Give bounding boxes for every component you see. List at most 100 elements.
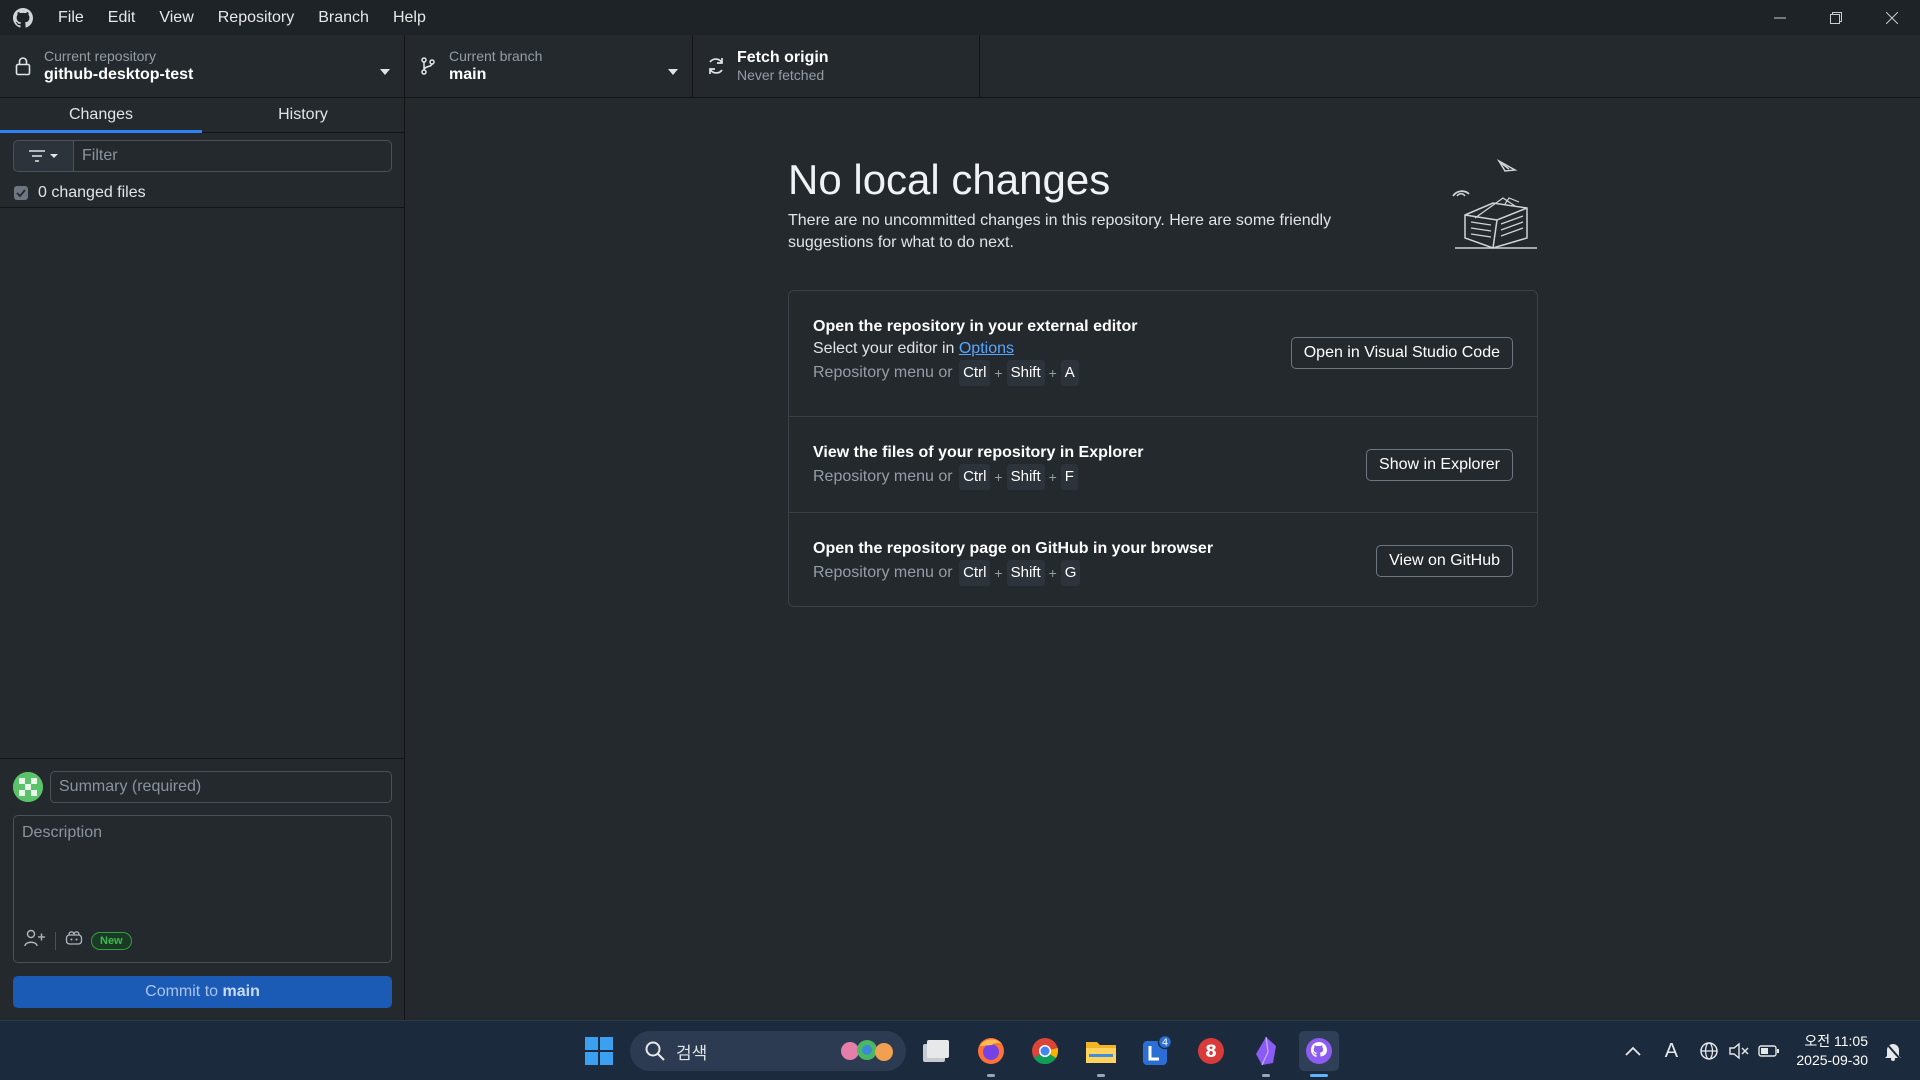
- shortcut-prefix: Repository menu or: [813, 564, 953, 581]
- restore-icon[interactable]: [1808, 0, 1864, 35]
- select-all-checkbox[interactable]: [14, 185, 28, 200]
- github-logo-icon[interactable]: [0, 0, 46, 35]
- lens-app-icon[interactable]: 4: [1136, 1031, 1176, 1071]
- changed-files-header: 0 changed files: [0, 178, 404, 208]
- tab-history[interactable]: History: [202, 98, 404, 132]
- system-tray: A 오전 11:05 2025-09-30: [1618, 1021, 1920, 1080]
- editor-line-text: Select your editor in: [813, 340, 955, 357]
- main-panel: No local changes There are no uncommitte…: [405, 98, 1920, 1020]
- key-letter: G: [1060, 560, 1081, 586]
- filter-input[interactable]: [73, 140, 392, 172]
- network-icon[interactable]: [1694, 1041, 1724, 1061]
- tab-changes[interactable]: Changes: [0, 98, 202, 133]
- github-desktop-icon[interactable]: [1299, 1031, 1339, 1077]
- fetch-origin-label: Fetch origin: [737, 49, 829, 66]
- search-icon: [645, 1041, 665, 1061]
- fetch-origin-button[interactable]: Fetch origin Never fetched: [693, 35, 980, 97]
- add-coauthor-icon[interactable]: [24, 929, 46, 952]
- commit-summary-input[interactable]: [50, 771, 392, 803]
- menu-help[interactable]: Help: [381, 0, 438, 35]
- running-indicator: [1262, 1074, 1270, 1077]
- task-view-icon[interactable]: [916, 1031, 956, 1071]
- minimize-icon[interactable]: [1752, 0, 1808, 35]
- running-indicator: [1097, 1074, 1105, 1077]
- sync-icon: [705, 56, 727, 76]
- active-indicator: [1310, 1074, 1328, 1077]
- commit-area: New Commit to main: [0, 758, 404, 1020]
- taskbar: 검색 4 8 A 오전 11:05 2025-09-30: [0, 1020, 1920, 1080]
- key-letter: A: [1060, 360, 1079, 386]
- new-badge: New: [91, 931, 132, 950]
- close-icon[interactable]: [1864, 0, 1920, 35]
- commit-description-input[interactable]: [14, 816, 391, 916]
- ime-indicator[interactable]: A: [1656, 1040, 1686, 1063]
- clock[interactable]: 오전 11:05 2025-09-30: [1796, 1032, 1868, 1070]
- caret-down-icon: [380, 62, 390, 80]
- checkmark-icon: [16, 188, 26, 197]
- windows-start-icon[interactable]: [579, 1031, 619, 1071]
- search-highlight-icon: [841, 1040, 893, 1061]
- description-actions: New: [24, 929, 132, 952]
- chrome-icon[interactable]: [1025, 1031, 1065, 1071]
- menu-view[interactable]: View: [147, 0, 205, 35]
- red-app-icon[interactable]: 8: [1191, 1031, 1231, 1071]
- obsidian-icon[interactable]: [1246, 1031, 1286, 1077]
- view-on-github-button[interactable]: View on GitHub: [1376, 545, 1513, 577]
- suggestions-list: Open the repository in your external edi…: [788, 290, 1538, 607]
- taskbar-search[interactable]: 검색: [630, 1031, 906, 1071]
- key-ctrl: Ctrl: [959, 560, 991, 586]
- key-letter: F: [1060, 464, 1078, 490]
- battery-icon[interactable]: [1754, 1044, 1784, 1058]
- menu-bar: File Edit View Repository Branch Help: [46, 0, 438, 35]
- changed-files-count: 0 changed files: [38, 183, 146, 201]
- commit-button-prefix: Commit to: [145, 983, 219, 1000]
- key-shift: Shift: [1006, 360, 1045, 386]
- menu-file[interactable]: File: [46, 0, 96, 35]
- chevron-up-icon[interactable]: [1618, 1046, 1648, 1056]
- key-shift: Shift: [1006, 560, 1045, 586]
- page-description: There are no uncommitted changes in this…: [788, 212, 1332, 251]
- sidebar: Changes History 0 changed files: [0, 98, 405, 1020]
- sidebar-tabs: Changes History: [0, 98, 404, 133]
- current-branch-name: main: [449, 66, 487, 83]
- search-text: 검색: [676, 1043, 708, 1063]
- clock-time: 오전 11:05: [1804, 1033, 1868, 1049]
- key-ctrl: Ctrl: [959, 360, 991, 386]
- page-title: No local changes: [788, 156, 1111, 203]
- file-explorer-icon[interactable]: [1081, 1031, 1121, 1077]
- current-repository-button[interactable]: Current repository github-desktop-test: [0, 35, 405, 97]
- menu-repository[interactable]: Repository: [206, 0, 306, 35]
- firefox-icon[interactable]: [971, 1031, 1011, 1077]
- lock-icon: [12, 56, 34, 76]
- volume-muted-icon[interactable]: [1724, 1042, 1754, 1060]
- key-ctrl: Ctrl: [959, 464, 991, 490]
- suggestion-title: Open the repository in your external edi…: [813, 318, 1138, 335]
- notification-bell-icon[interactable]: [1878, 1041, 1908, 1061]
- show-in-explorer-button[interactable]: Show in Explorer: [1366, 449, 1513, 481]
- suggestion-open-editor: Open the repository in your external edi…: [789, 291, 1537, 417]
- shortcut-prefix: Repository menu or: [813, 468, 953, 485]
- filter-options-button[interactable]: [13, 140, 73, 172]
- key-shift: Shift: [1006, 464, 1045, 490]
- notification-badge: 4: [1162, 1038, 1168, 1049]
- window-controls: [1752, 0, 1920, 35]
- commit-button[interactable]: Commit to main: [13, 976, 392, 1008]
- caret-down-icon: [668, 62, 678, 80]
- shortcut-prefix: Repository menu or: [813, 364, 953, 381]
- copilot-icon[interactable]: [65, 930, 83, 951]
- avatar: [13, 772, 43, 802]
- fetch-status: Never fetched: [737, 67, 825, 83]
- git-branch-icon: [417, 56, 439, 76]
- suggestion-view-github: Open the repository page on GitHub in yo…: [789, 513, 1537, 606]
- options-link[interactable]: Options: [959, 340, 1014, 357]
- open-in-editor-button[interactable]: Open in Visual Studio Code: [1290, 337, 1513, 369]
- menu-edit[interactable]: Edit: [96, 0, 148, 35]
- empty-state-illustration: [1445, 158, 1545, 258]
- running-indicator: [987, 1074, 995, 1077]
- suggestion-show-explorer: View the files of your repository in Exp…: [789, 417, 1537, 513]
- current-repository-label: Current repository: [44, 48, 157, 64]
- current-branch-button[interactable]: Current branch main: [405, 35, 693, 97]
- commit-button-branch: main: [222, 983, 260, 1000]
- menu-branch[interactable]: Branch: [306, 0, 381, 35]
- filter-row: [13, 140, 392, 172]
